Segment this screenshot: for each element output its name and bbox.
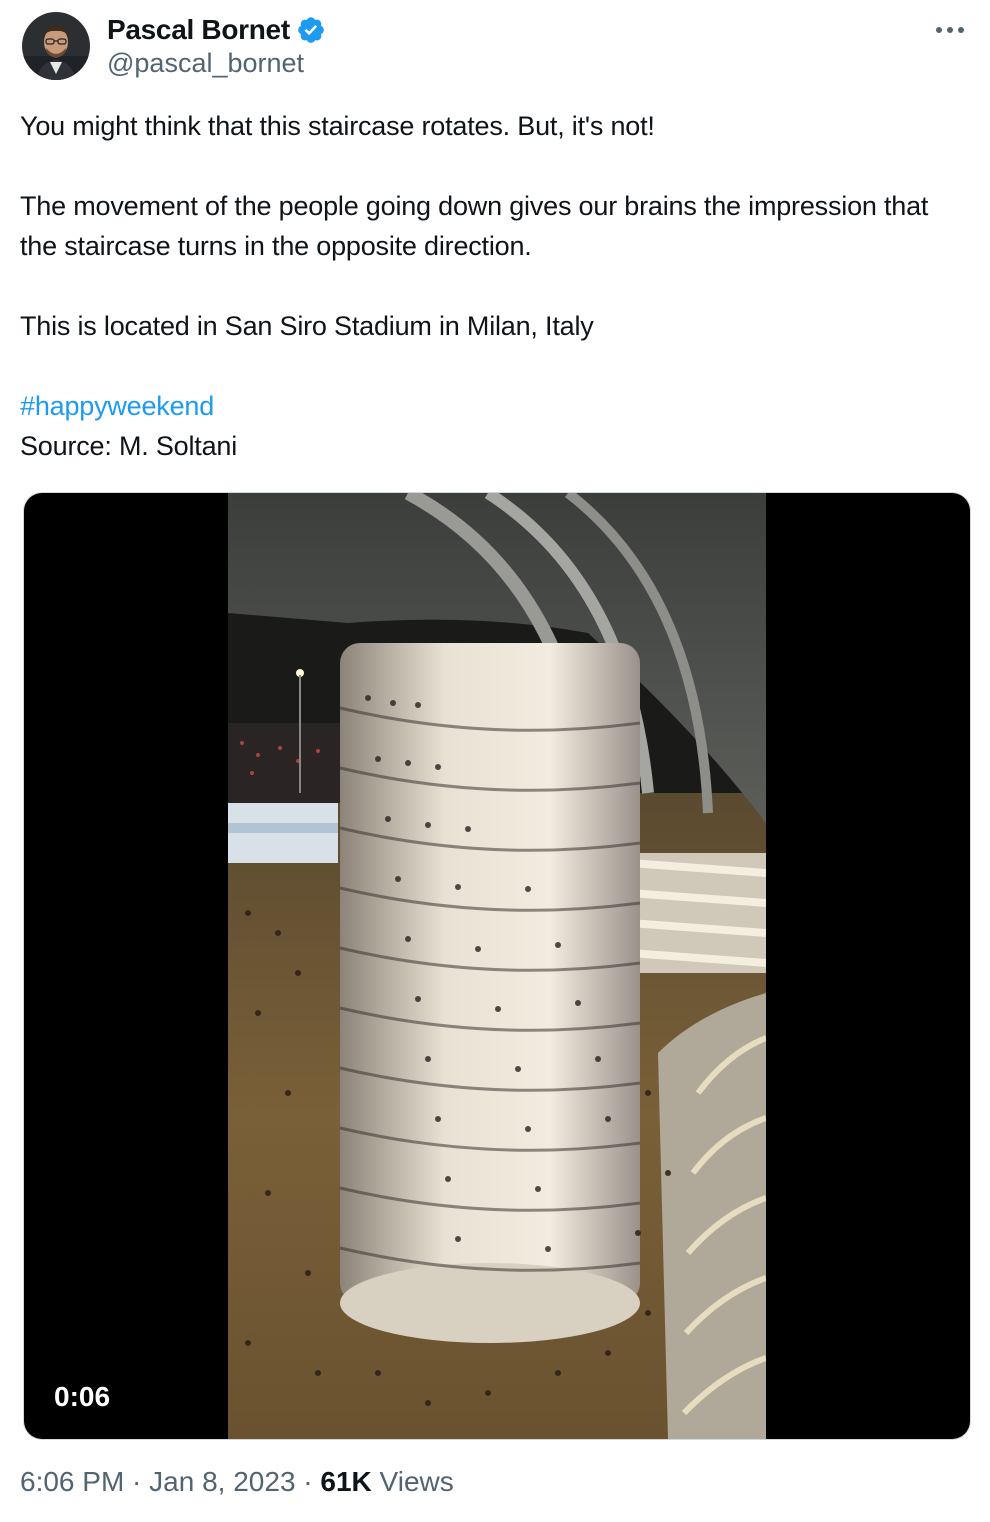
hashtag-link[interactable]: #happyweekend	[20, 386, 960, 426]
video-frame	[228, 493, 766, 1439]
meta-separator-2: ·	[295, 1466, 321, 1497]
tweet-time[interactable]: 6:06 PM	[20, 1466, 124, 1498]
video-player[interactable]: 0:06	[24, 493, 970, 1439]
video-duration-badge: 0:06	[42, 1375, 123, 1419]
display-name[interactable]: Pascal Bornet	[107, 14, 290, 46]
views-count: 61K	[320, 1466, 372, 1497]
tweet-meta: 6:06 PM · Jan 8, 2023 · 61K Views	[20, 1466, 454, 1498]
meta-separator: ·	[124, 1466, 150, 1497]
handle[interactable]: @pascal_bornet	[107, 48, 326, 79]
source-line: Source: M. Soltani	[20, 431, 238, 461]
avatar[interactable]	[22, 12, 90, 80]
views-label: Views	[371, 1466, 454, 1497]
tweet-paragraph-2: The movement of the people going down gi…	[20, 191, 929, 261]
verified-badge-icon	[296, 15, 326, 45]
name-row: Pascal Bornet	[107, 12, 326, 48]
tweet-paragraph-3: This is located in San Siro Stadium in M…	[20, 311, 594, 341]
avatar-image	[22, 12, 90, 80]
tweet-date[interactable]: Jan 8, 2023	[149, 1466, 295, 1498]
tweet-paragraph-1: You might think that this staircase rota…	[20, 111, 655, 141]
user-info: Pascal Bornet @pascal_bornet	[107, 12, 326, 79]
more-icon[interactable]	[932, 20, 968, 40]
tweet-text: You might think that this staircase rota…	[20, 106, 960, 466]
